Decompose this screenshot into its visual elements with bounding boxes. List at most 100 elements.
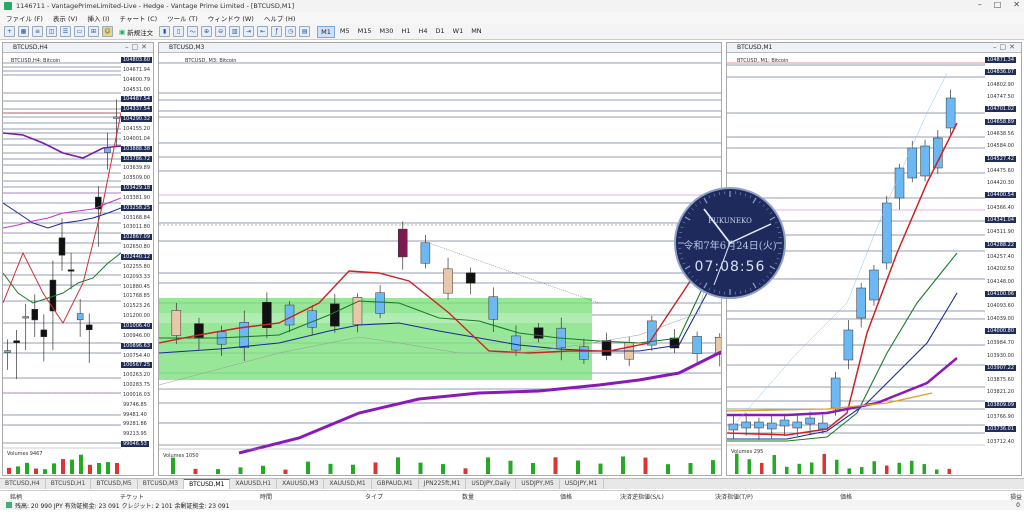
chart-tab-9[interactable]: JPN225ft,M1 xyxy=(419,479,467,489)
navigator-icon[interactable]: ☰ xyxy=(60,26,71,37)
timeframe-m1[interactable]: M1 xyxy=(317,25,335,38)
window-controls-icon[interactable]: –□✕ xyxy=(125,43,150,51)
chart-tab-11[interactable]: USDJPY,M5 xyxy=(516,479,560,489)
maximize-icon[interactable]: □ xyxy=(994,0,1002,9)
volume-bar xyxy=(872,461,876,474)
menu-item-5[interactable]: ウィンドウ (W) xyxy=(208,13,254,23)
chart-tab-2[interactable]: BTCUSD,M5 xyxy=(91,479,138,489)
candle-body xyxy=(601,340,612,356)
clock-tick xyxy=(708,287,711,291)
chart-shift-icon[interactable]: ⇤ xyxy=(257,26,269,37)
profiles-icon[interactable]: ▦ xyxy=(18,26,29,37)
price-tick-label: 99746.85 xyxy=(123,401,147,408)
volume-bar xyxy=(463,468,468,474)
price-tick-label: 103381.90 xyxy=(123,194,151,201)
price-chart[interactable]: BTCUSD,H4: BitcoinVolumes 94675983023 Ju… xyxy=(3,53,121,476)
timeframe-h4[interactable]: H4 xyxy=(415,26,430,38)
expert-icon[interactable]: ☺ xyxy=(102,26,113,37)
chart-tab-1[interactable]: BTCUSD,H1 xyxy=(46,479,92,489)
volume-bar xyxy=(238,467,243,474)
price-axis[interactable]: 104803.60 104671.94 104600.79 104531.00 1044… xyxy=(121,53,153,475)
close-icon[interactable]: ✕ xyxy=(1013,0,1020,9)
clock-tick xyxy=(758,282,761,286)
price-tick-label: 101880.45 xyxy=(123,283,151,290)
data-window-icon[interactable]: ◫ xyxy=(46,26,57,37)
candle-body xyxy=(843,329,854,361)
menu-item-1[interactable]: 表示 (V) xyxy=(53,13,78,23)
chart-title: BTCUSD,M1 xyxy=(737,44,773,51)
timeframe-h1[interactable]: H1 xyxy=(398,26,413,38)
tester-icon[interactable]: ⊞ xyxy=(88,26,99,37)
window-controls-icon[interactable]: –□✕ xyxy=(993,43,1018,51)
timeframe-m30[interactable]: M30 xyxy=(377,26,397,38)
chart-window-h4[interactable]: BTCUSD,H4 –□✕ BTCUSD,H4: Bitcoin Volumes … xyxy=(2,42,154,476)
balance-row[interactable]: 残高: 20 990 JPY 有効証拠金: 23 091 クレジット: 2 10… xyxy=(0,500,1024,510)
price-tick-label: 101523.26 xyxy=(123,303,151,310)
candle-body xyxy=(76,313,84,321)
tile-windows-icon[interactable]: ▥ xyxy=(229,26,241,37)
volume-bar xyxy=(261,465,265,474)
candle-body xyxy=(830,377,841,409)
zoom-in-icon[interactable]: ⊕ xyxy=(201,26,213,37)
price-tick-label: 104584.00 xyxy=(987,143,1015,150)
volume-bar xyxy=(621,456,625,474)
price-tick-label: 103258.25 xyxy=(121,204,153,211)
clock-tick xyxy=(758,200,761,204)
timeframe-mn[interactable]: MN xyxy=(468,26,484,38)
menu-item-0[interactable]: ファイル (F) xyxy=(6,13,43,23)
timeframe-d1[interactable]: D1 xyxy=(433,26,448,38)
clock-tick xyxy=(762,279,765,282)
price-tick-label: 104257.40 xyxy=(987,254,1015,260)
zoom-out-icon[interactable]: ⊖ xyxy=(215,26,227,37)
templates-icon[interactable]: ▤ xyxy=(299,26,311,37)
chart-window-m3[interactable]: BTCUSD,M3 BTCUSD, M3: Bitcoin Volumes 105… xyxy=(158,42,722,476)
candles xyxy=(4,99,120,380)
volume-bar xyxy=(193,468,198,474)
chart-tab-3[interactable]: BTCUSD,M3 xyxy=(138,479,185,489)
chart-tab-8[interactable]: GBPAUD,M1 xyxy=(372,479,419,489)
price-tick-label: 100567.25 xyxy=(121,362,153,369)
chart-header: BTCUSD,M1 –□✕ xyxy=(727,43,1021,53)
volume-bar xyxy=(735,453,739,474)
price-axis[interactable]: 104871.34 104836.07 104802.90 104747.50 1047… xyxy=(985,53,1021,475)
price-tick-label: 104311.90 xyxy=(987,229,1015,236)
candle-chart-icon[interactable]: ▯ xyxy=(173,26,185,37)
price-tick-label: 104155.20 xyxy=(123,125,151,132)
timeframe-m15[interactable]: M15 xyxy=(355,26,375,38)
chart-tab-10[interactable]: USDJPY,Daily xyxy=(466,479,517,489)
timeframe-w1[interactable]: W1 xyxy=(450,26,467,38)
menu-item-2[interactable]: 挿入 (I) xyxy=(87,13,109,23)
chart-tab-0[interactable]: BTCUSD,H4 xyxy=(0,479,46,489)
chart-tab-7[interactable]: XAUUSD,M1 xyxy=(324,479,372,489)
minimize-icon[interactable]: – xyxy=(978,0,982,9)
line-chart-icon[interactable]: 〜 xyxy=(187,26,199,37)
clock-tick xyxy=(762,204,765,207)
menu-item-4[interactable]: ツール (T) xyxy=(167,13,198,23)
chart-tab-5[interactable]: XAUUSD,H1 xyxy=(230,479,278,489)
price-tick-label: 100896.63 xyxy=(121,342,153,349)
price-tick-label: 103875.60 xyxy=(987,377,1015,384)
market-watch-icon[interactable]: ≡ xyxy=(32,26,43,37)
chart-tab-12[interactable]: USDJPY,M1 xyxy=(560,479,604,489)
candle-body xyxy=(754,421,764,429)
timeframe-m5[interactable]: M5 xyxy=(337,26,353,38)
price-tick-label: 104487.54 xyxy=(121,96,153,103)
indicators-icon[interactable]: ƒ xyxy=(271,26,283,37)
price-tick-label: 100754.40 xyxy=(123,352,151,359)
candle-body xyxy=(398,228,408,258)
terminal-icon[interactable]: ▭ xyxy=(74,26,85,37)
clock-tick xyxy=(679,252,683,255)
clock-tick xyxy=(699,200,702,204)
menu-item-6[interactable]: ヘルプ (H) xyxy=(264,13,296,23)
periods-icon[interactable]: ◷ xyxy=(285,26,297,37)
new-chart-icon[interactable]: + xyxy=(4,26,15,37)
bar-chart-icon[interactable]: ▮ xyxy=(159,26,171,37)
price-tick-label: 103766.90 xyxy=(987,414,1015,421)
chart-tab-6[interactable]: XAUUSD,M3 xyxy=(277,479,325,489)
menu-item-3[interactable]: チャート (C) xyxy=(120,13,158,23)
chart-tab-4[interactable]: BTCUSD,M1 xyxy=(184,479,231,489)
autoscroll-icon[interactable]: ⇥ xyxy=(243,26,255,37)
price-chart[interactable]: BTCUSD, M3: BitcoinVolumes 105023 Jun 20… xyxy=(159,53,722,476)
new-order-button[interactable]: ▣ 新規注文 xyxy=(116,26,156,38)
volume-bar xyxy=(797,463,801,474)
